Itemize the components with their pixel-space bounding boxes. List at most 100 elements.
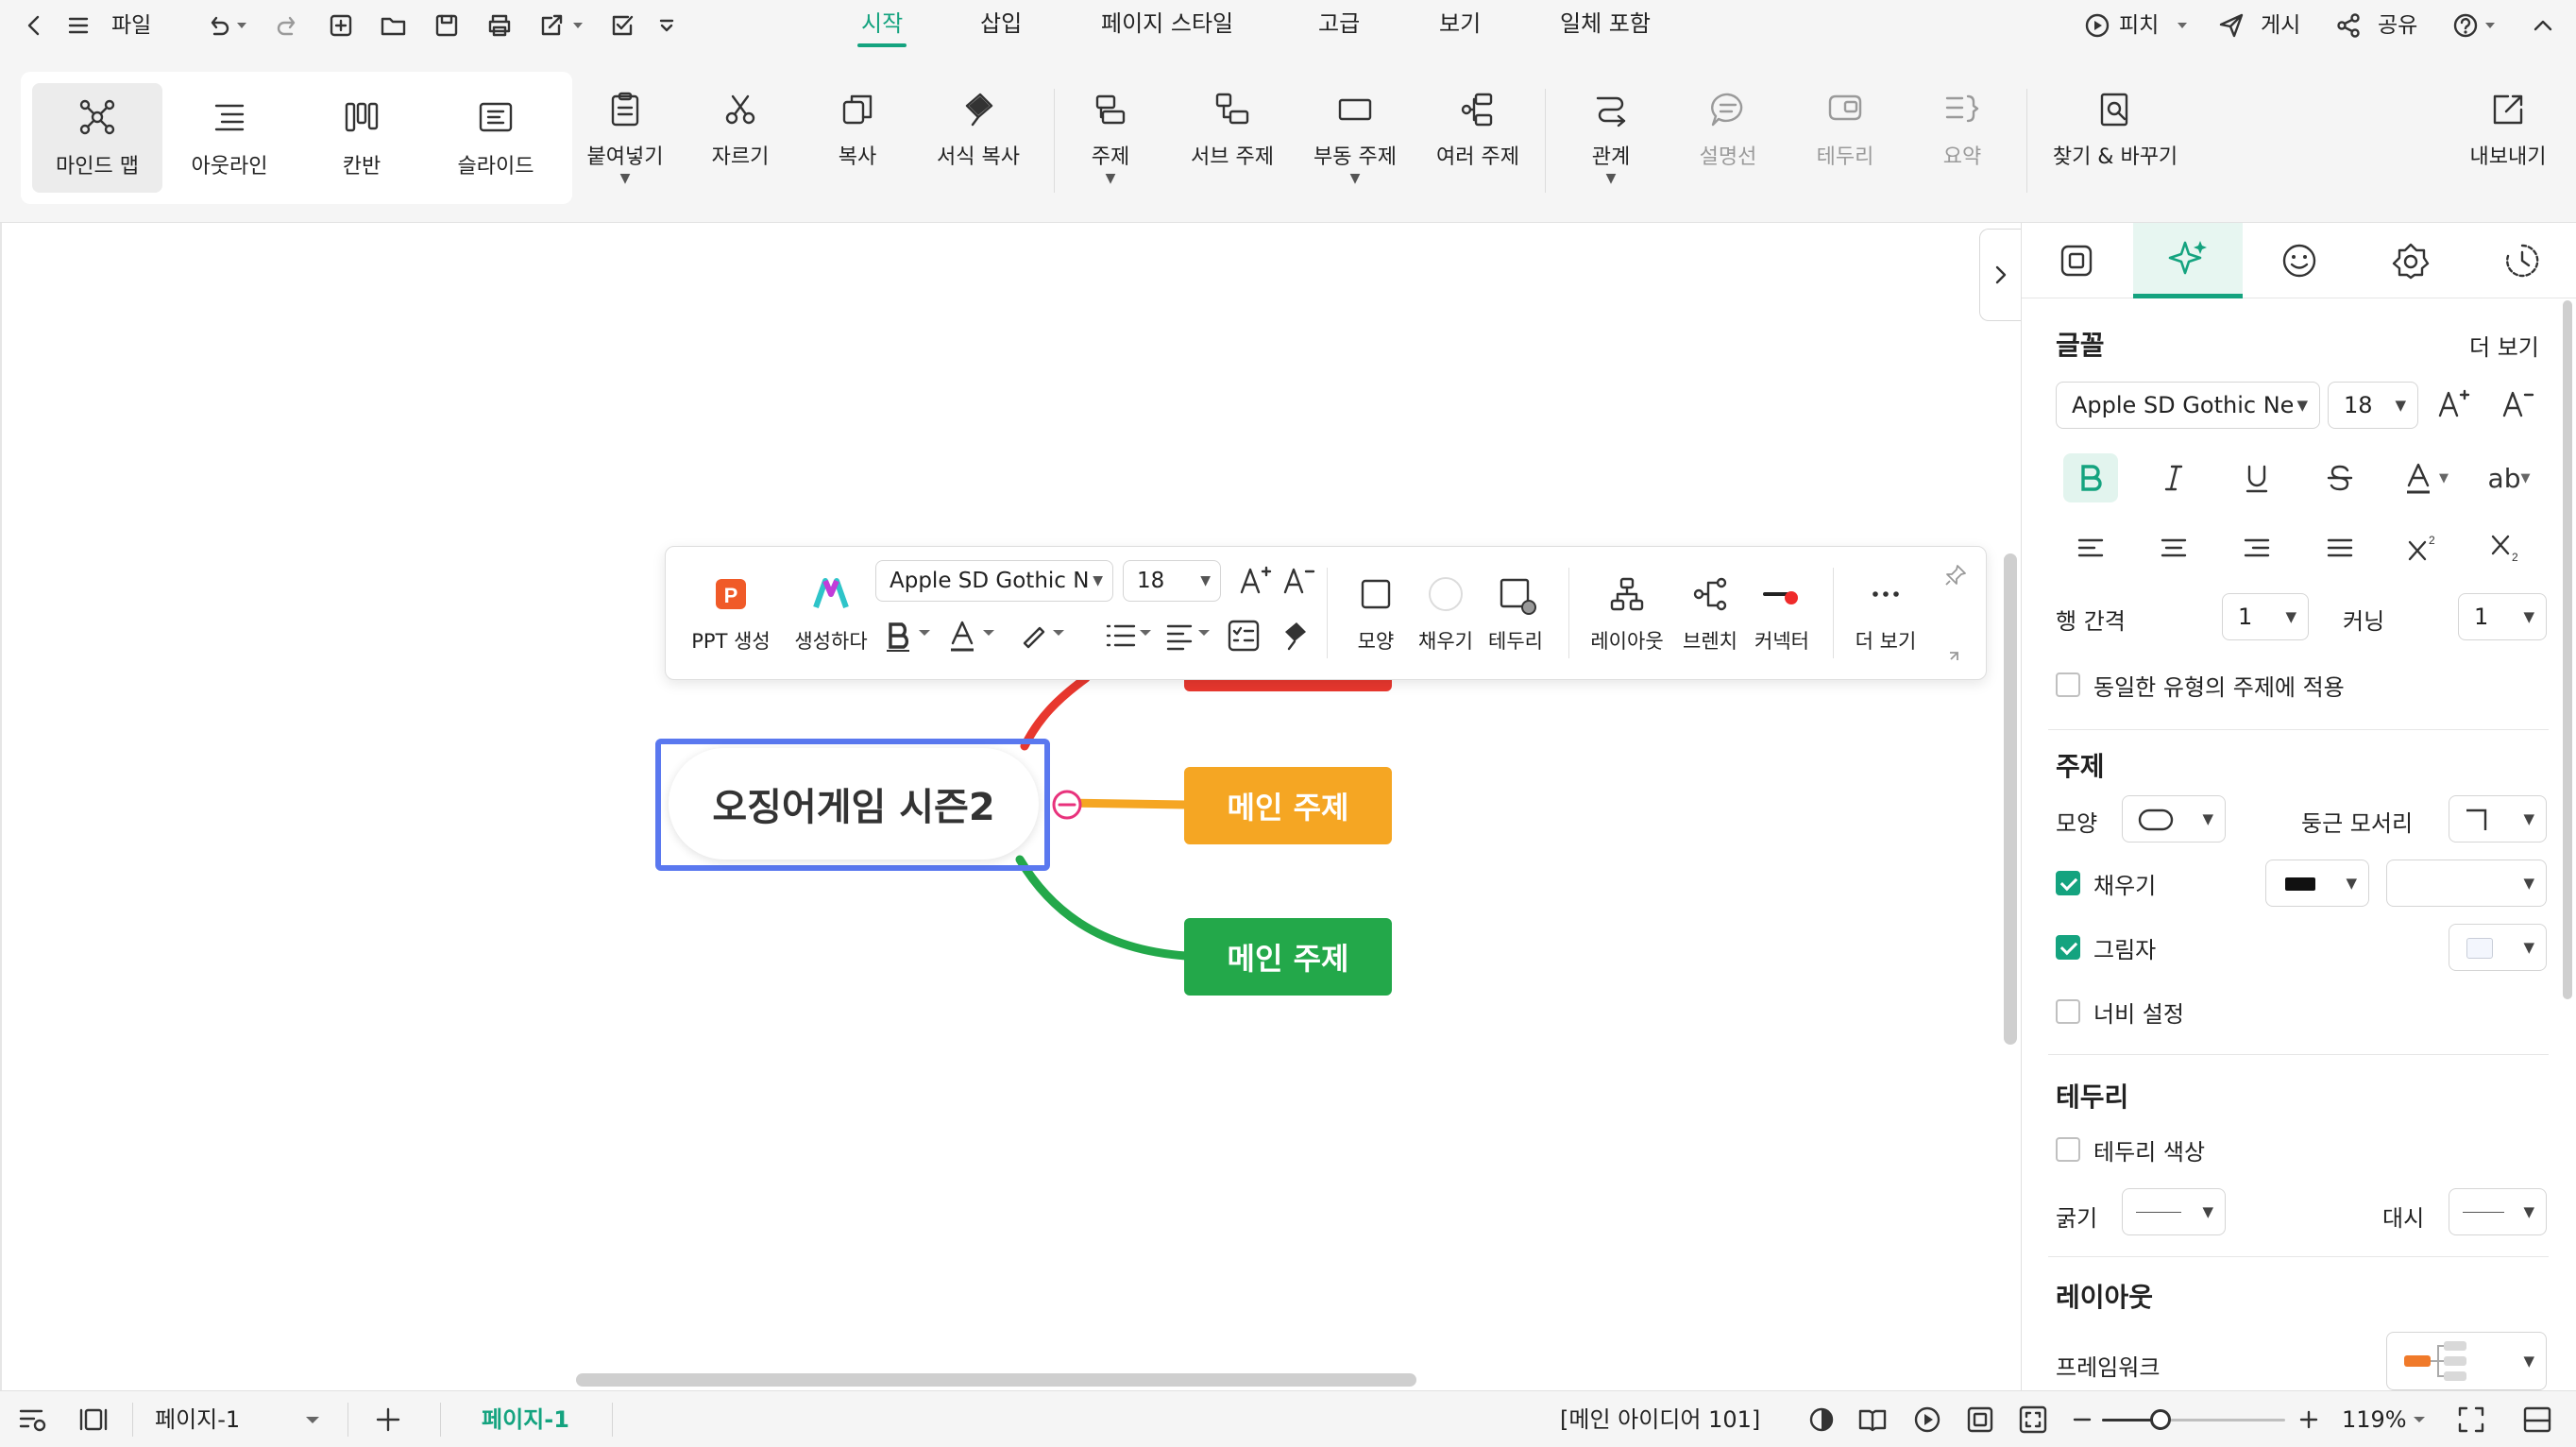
- justify-button[interactable]: [2313, 523, 2367, 572]
- panel-font-size-select[interactable]: 18 ▼: [2328, 382, 2418, 429]
- ppt-generate-button[interactable]: P PPT 생성: [679, 573, 783, 655]
- font-color-dropdown-icon[interactable]: [979, 622, 998, 660]
- topic-node-orange[interactable]: 메인 주제: [1184, 767, 1392, 844]
- highlight-dropdown-icon[interactable]: [1049, 622, 1068, 660]
- font-family-select[interactable]: Apple SD Gothic N ▼: [875, 560, 1113, 602]
- line-spacing-select[interactable]: 1 ▼: [2222, 593, 2309, 640]
- connector-button[interactable]: 커넥터: [1742, 573, 1822, 655]
- shadow-color-select[interactable]: ▼: [2449, 924, 2547, 971]
- shape-button[interactable]: 모양: [1336, 573, 1415, 655]
- panel-tab-style[interactable]: [2022, 223, 2131, 298]
- fill-button[interactable]: 채우기: [1406, 573, 1485, 655]
- border-color-checkbox[interactable]: [2056, 1137, 2080, 1162]
- add-page-icon[interactable]: [372, 1404, 404, 1436]
- numbering-dropdown-icon[interactable]: [1136, 622, 1155, 660]
- canvas-vertical-scrollbar[interactable]: [2004, 553, 2017, 1045]
- ai-generate-button[interactable]: 생성하다: [779, 573, 883, 655]
- zoom-level[interactable]: 119%: [2342, 1404, 2407, 1436]
- collapse-branch-icon[interactable]: [1050, 788, 1084, 822]
- pitch-button[interactable]: 피치: [2119, 9, 2159, 42]
- topic-node-green[interactable]: 메인 주제: [1184, 918, 1392, 996]
- theme-mode-icon[interactable]: [1805, 1404, 1838, 1436]
- central-topic[interactable]: 오징어게임 시즌2: [669, 748, 1039, 860]
- export-button[interactable]: 내보내기: [2463, 89, 2553, 170]
- pin-icon[interactable]: [1942, 562, 1969, 588]
- book-view-icon[interactable]: [1856, 1404, 1889, 1436]
- fill-checkbox[interactable]: [2056, 871, 2080, 895]
- dash-select[interactable]: ▼: [2449, 1188, 2547, 1235]
- strikethrough-button[interactable]: [2313, 453, 2367, 502]
- side-panel-icon[interactable]: [2521, 1404, 2553, 1436]
- panel-tab-theme[interactable]: [2356, 223, 2466, 298]
- shadow-checkbox[interactable]: [2056, 935, 2080, 960]
- panel-tab-ai-style[interactable]: [2133, 223, 2243, 298]
- fit-screen-icon[interactable]: [2017, 1404, 2049, 1436]
- panel-tab-icons[interactable]: [2245, 223, 2354, 298]
- italic-button[interactable]: [2146, 453, 2201, 502]
- fit-page-icon[interactable]: [1964, 1404, 1996, 1436]
- page-panel-icon[interactable]: [77, 1404, 110, 1436]
- panel-font-color-button[interactable]: ▼: [2392, 453, 2458, 502]
- page-select[interactable]: 페이지-1: [155, 1404, 240, 1436]
- thickness-select[interactable]: ▼: [2122, 1188, 2226, 1235]
- pitch-dropdown-icon[interactable]: [2174, 9, 2191, 42]
- panel-increase-font-button[interactable]: [2426, 380, 2481, 429]
- highlight-icon[interactable]: [1015, 617, 1053, 655]
- fullscreen-icon[interactable]: [2455, 1404, 2487, 1436]
- align-right-button[interactable]: [2229, 523, 2284, 572]
- format-painter-icon[interactable]: [1276, 617, 1313, 655]
- canvas-horizontal-scrollbar[interactable]: [576, 1373, 1416, 1387]
- align-left-button[interactable]: [2063, 523, 2118, 572]
- kerning-select[interactable]: 1 ▼: [2458, 593, 2547, 640]
- help-dropdown-icon[interactable]: [2482, 9, 2499, 42]
- font-size-select[interactable]: 18 ▼: [1123, 560, 1221, 602]
- superscript-button[interactable]: 2: [2396, 523, 2450, 572]
- pitch-icon[interactable]: [2081, 9, 2113, 42]
- decrease-font-icon[interactable]: [1280, 562, 1317, 600]
- width-setting-checkbox[interactable]: [2056, 999, 2080, 1024]
- zoom-in-icon[interactable]: [2293, 1404, 2325, 1436]
- font-more-link[interactable]: 더 보기: [2469, 329, 2539, 362]
- zoom-out-icon[interactable]: [2066, 1404, 2098, 1436]
- text-case-button[interactable]: ab ▼: [2473, 453, 2545, 502]
- zoom-slider[interactable]: [2102, 1409, 2285, 1430]
- find-replace-button[interactable]: 찾기 & 바꾸기: [2049, 89, 2181, 170]
- layout-button[interactable]: 레이아웃: [1580, 573, 1674, 655]
- share-icon[interactable]: [2332, 9, 2364, 42]
- bold-dropdown-icon[interactable]: [915, 622, 934, 660]
- more-button[interactable]: 더 보기: [1846, 573, 1925, 655]
- help-icon[interactable]: [2449, 9, 2482, 42]
- bold-button[interactable]: [2063, 453, 2118, 502]
- checklist-icon[interactable]: [1225, 617, 1263, 655]
- border-button[interactable]: 테두리: [1476, 573, 1555, 655]
- publish-button[interactable]: 게시: [2261, 9, 2300, 42]
- underline-button[interactable]: [2229, 453, 2284, 502]
- align-dropdown-icon[interactable]: [1195, 622, 1213, 660]
- fill-style-select[interactable]: ▼: [2265, 860, 2369, 907]
- topic-shape-select[interactable]: ▼: [2122, 795, 2226, 843]
- page-dropdown-icon[interactable]: [300, 1404, 325, 1436]
- panel-tab-history[interactable]: [2467, 223, 2576, 298]
- fill-color-select[interactable]: ▼: [2386, 860, 2547, 907]
- branch-button[interactable]: 브렌치: [1670, 573, 1750, 655]
- page-tab-active[interactable]: 페이지-1: [482, 1404, 569, 1436]
- share-button[interactable]: 공유: [2378, 9, 2417, 42]
- subscript-button[interactable]: 2: [2479, 523, 2534, 572]
- align-center-button[interactable]: [2146, 523, 2201, 572]
- bold-icon[interactable]: [881, 617, 919, 655]
- panel-toggle-button[interactable]: [1979, 229, 2021, 321]
- shrink-icon[interactable]: [1946, 641, 1969, 664]
- play-icon[interactable]: [1911, 1404, 1943, 1436]
- collapse-ribbon-icon[interactable]: [2527, 9, 2559, 42]
- font-color-icon[interactable]: [945, 617, 983, 655]
- panel-decrease-font-button[interactable]: [2490, 380, 2545, 429]
- apply-same-type-checkbox[interactable]: [2056, 672, 2080, 697]
- zoom-slider-handle[interactable]: [2150, 1409, 2172, 1430]
- panel-font-family-select[interactable]: Apple SD Gothic Neo ▼: [2056, 382, 2320, 429]
- panel-scrollbar[interactable]: [2563, 300, 2572, 999]
- outline-toggle-icon[interactable]: [17, 1404, 49, 1436]
- rounded-corner-select[interactable]: ▼: [2449, 795, 2547, 843]
- publish-icon[interactable]: [2215, 9, 2247, 42]
- numbering-icon[interactable]: [1102, 617, 1140, 655]
- framework-select[interactable]: ▼: [2386, 1332, 2547, 1390]
